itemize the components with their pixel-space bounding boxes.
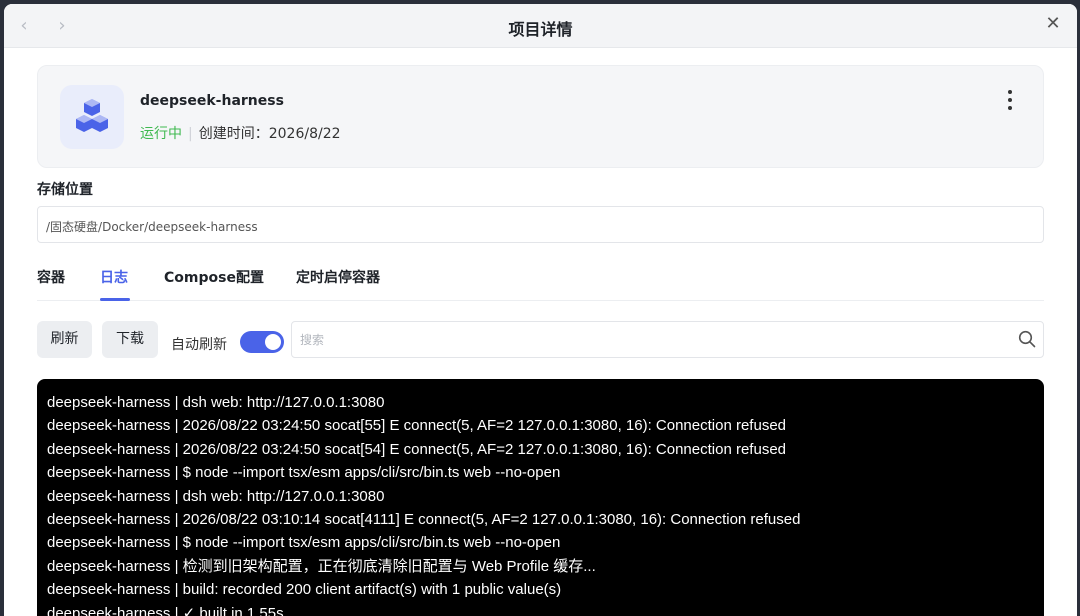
tab-logs[interactable]: 日志 <box>100 267 128 287</box>
log-output-panel[interactable]: deepseek-harness | dsh web: http://127.0… <box>37 379 1044 616</box>
log-line: deepseek-harness | dsh web: http://127.0… <box>47 394 385 411</box>
log-line: deepseek-harness | $ node --import tsx/e… <box>47 534 561 552</box>
log-lines: deepseek-harness | dsh web: http://127.0… <box>47 391 800 616</box>
project-meta: 运行中 | 创建时间：2026/8/22 <box>140 123 341 143</box>
tab-containers[interactable]: 容器 <box>37 267 65 287</box>
project-detail-window: ‹ › 项目详情 ✕ deepseek-harness 运行中 | 创建时间：202 <box>4 4 1077 616</box>
search-input[interactable] <box>300 322 1000 357</box>
more-dots-icon <box>1008 90 1012 94</box>
title-bar: ‹ › 项目详情 ✕ <box>4 4 1077 48</box>
tab-compose-config[interactable]: Compose配置 <box>164 267 264 287</box>
log-search-box <box>291 321 1044 358</box>
tab-bar: 容器 日志 Compose配置 定时启停容器 <box>37 260 1044 301</box>
log-line: deepseek-harness | dsh web: http://127.0… <box>47 487 385 505</box>
storage-path-field: /固态硬盘/Docker/deepseek-harness <box>37 206 1044 243</box>
active-tab-indicator <box>100 298 130 301</box>
status-badge: 运行中 <box>140 126 182 142</box>
meta-separator: | <box>188 126 193 142</box>
refresh-button[interactable]: 刷新 <box>37 321 92 358</box>
tab-scheduled-start-stop[interactable]: 定时启停容器 <box>296 267 380 287</box>
project-card: deepseek-harness 运行中 | 创建时间：2026/8/22 <box>37 65 1044 168</box>
toggle-knob <box>265 334 281 350</box>
more-options-button[interactable] <box>1005 90 1015 114</box>
close-button[interactable]: ✕ <box>1043 14 1063 34</box>
log-line: deepseek-harness | build: recorded 200 c… <box>47 581 562 599</box>
search-icon[interactable] <box>1018 330 1036 348</box>
log-line: deepseek-harness | 检测到旧架构配置，正在彻底清除旧配置与 W… <box>47 557 596 575</box>
auto-refresh-toggle[interactable] <box>240 331 284 353</box>
project-icon-tile <box>60 85 124 149</box>
log-line: deepseek-harness | 2026/08/22 03:24:50 s… <box>47 417 786 435</box>
log-line: deepseek-harness | $ node --import tsx/e… <box>47 464 561 482</box>
log-line: deepseek-harness | 2026/08/22 03:24:50 s… <box>47 440 786 458</box>
log-line: deepseek-harness | ✓ built in 1.55s <box>47 604 284 616</box>
storage-location-label: 存储位置 <box>37 182 93 198</box>
created-date: 2026/8/22 <box>268 126 341 142</box>
auto-refresh-label: 自动刷新 <box>171 337 227 353</box>
window-title: 项目详情 <box>508 20 573 39</box>
log-line: deepseek-harness | 2026/08/22 03:10:14 s… <box>47 510 801 528</box>
download-button[interactable]: 下载 <box>102 321 158 358</box>
cubes-icon <box>76 99 108 132</box>
created-label: 创建时间： <box>198 126 269 142</box>
project-name: deepseek-harness <box>140 93 284 109</box>
